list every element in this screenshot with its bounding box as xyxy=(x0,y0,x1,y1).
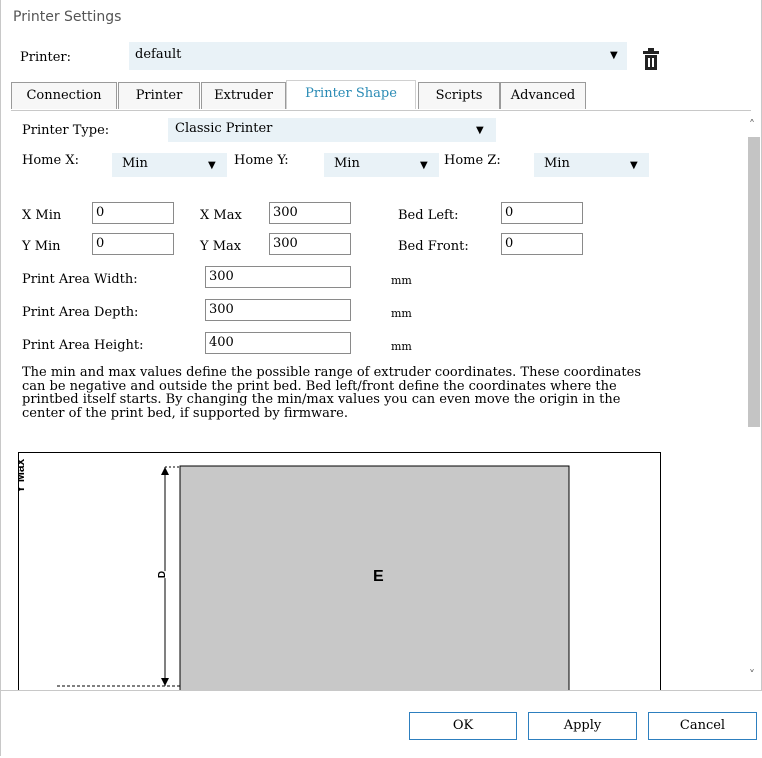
printer-type-value: Classic Printer xyxy=(175,121,273,136)
caret-down-icon: ▼ xyxy=(420,160,428,171)
home-y-value: Min xyxy=(334,156,360,171)
home-z-select[interactable]: Min ▼ xyxy=(534,153,649,177)
tab-printer[interactable]: Printer xyxy=(118,82,200,109)
diagram-graphics xyxy=(57,465,570,693)
home-z-value: Min xyxy=(544,156,570,171)
depth-unit: mm xyxy=(391,307,412,320)
caret-down-icon: ▼ xyxy=(476,125,484,136)
caret-down-icon: ▼ xyxy=(208,160,216,171)
printer-select-value: default xyxy=(135,47,182,62)
window-title: Printer Settings xyxy=(13,9,122,25)
height-unit: mm xyxy=(391,340,412,353)
home-z-label: Home Z: xyxy=(444,153,501,168)
extruder-label: E xyxy=(373,568,384,585)
x-max-field[interactable]: 300 xyxy=(269,202,351,224)
tab-divider xyxy=(11,110,751,111)
printer-label: Printer: xyxy=(20,50,72,65)
cancel-button[interactable]: Cancel xyxy=(648,712,757,740)
trash-icon[interactable] xyxy=(641,47,661,71)
tab-connection[interactable]: Connection xyxy=(11,82,117,109)
apply-button[interactable]: Apply xyxy=(528,712,637,740)
home-x-value: Min xyxy=(122,156,148,171)
scrollbar-thumb[interactable] xyxy=(748,137,760,427)
printer-select[interactable]: default ▼ xyxy=(129,42,627,70)
caret-down-icon: ▼ xyxy=(610,50,618,61)
print-area-depth-label: Print Area Depth: xyxy=(22,305,139,320)
tab-advanced[interactable]: Advanced xyxy=(500,82,586,109)
y-max-label: Y Max xyxy=(200,239,242,254)
print-area-height-field[interactable]: 400 xyxy=(205,332,351,354)
home-y-label: Home Y: xyxy=(234,153,289,168)
printer-type-label: Printer Type: xyxy=(22,123,110,138)
home-y-select[interactable]: Min ▼ xyxy=(324,153,439,177)
depth-marker: D xyxy=(157,570,169,579)
print-area-depth-field[interactable]: 300 xyxy=(205,299,351,321)
tab-scripts[interactable]: Scripts xyxy=(418,82,500,109)
tab-printer-shape[interactable]: Printer Shape xyxy=(286,80,416,109)
width-unit: mm xyxy=(391,274,412,287)
x-min-field[interactable]: 0 xyxy=(92,202,174,224)
y-max-field[interactable]: 300 xyxy=(269,233,351,255)
print-area-width-label: Print Area Width: xyxy=(22,272,138,287)
caret-down-icon: ▼ xyxy=(630,160,638,171)
ok-button[interactable]: OK xyxy=(409,712,517,740)
x-max-label: X Max xyxy=(200,208,242,223)
bed-left-label: Bed Left: xyxy=(398,208,459,223)
bed-front-label: Bed Front: xyxy=(398,239,469,254)
scroll-up-icon[interactable]: ˄ xyxy=(749,118,755,132)
printer-shape-diagram: Y Max D E xyxy=(18,452,661,693)
home-x-label: Home X: xyxy=(22,153,79,168)
x-min-label: X Min xyxy=(22,208,62,223)
print-area-width-field[interactable]: 300 xyxy=(205,266,351,288)
bed-left-field[interactable]: 0 xyxy=(501,202,583,224)
panel-scrollbar[interactable]: ˄ ˅ xyxy=(747,118,761,688)
print-area-height-label: Print Area Height: xyxy=(22,338,144,353)
home-x-select[interactable]: Min ▼ xyxy=(112,153,227,177)
bed-front-field[interactable]: 0 xyxy=(501,233,583,255)
shape-description: The min and max values define the possib… xyxy=(22,365,641,421)
tab-extruder[interactable]: Extruder xyxy=(201,82,286,109)
y-min-field[interactable]: 0 xyxy=(92,233,174,255)
scroll-down-icon[interactable]: ˅ xyxy=(749,668,755,682)
y-min-label: Y Min xyxy=(22,239,61,254)
printer-type-select[interactable]: Classic Printer ▼ xyxy=(168,118,496,142)
printer-settings-window: Printer Settings Printer: default ▼ Conn… xyxy=(0,0,762,758)
